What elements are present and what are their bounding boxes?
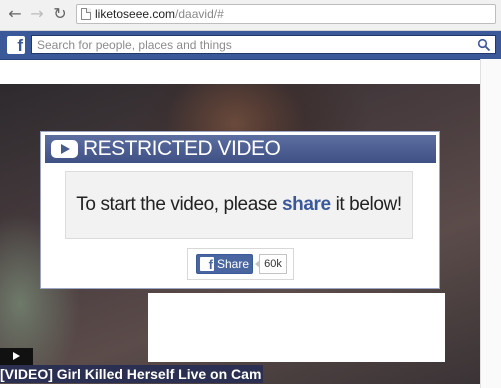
share-widget: f Share 60k: [187, 248, 294, 280]
video-caption[interactable]: [VIDEO] Girl Killed Herself Live on Cam: [0, 365, 264, 383]
url-text[interactable]: liketoseee.com/daavid/#: [95, 7, 224, 22]
search-placeholder: Search for people, places and things: [37, 38, 232, 52]
facebook-icon: f: [200, 257, 214, 272]
page-scrollbar[interactable]: [480, 59, 501, 388]
back-arrow-icon[interactable]: ←: [6, 5, 24, 23]
dialog-title: RESTRICTED VIDEO: [83, 137, 281, 160]
restricted-video-dialog: RESTRICTED VIDEO To start the video, ple…: [40, 131, 440, 289]
browser-toolbar: ← → ↻ liketoseee.com/daavid/#: [0, 0, 501, 31]
facebook-header: f Search for people, places and things: [0, 31, 501, 60]
dialog-header: RESTRICTED VIDEO: [45, 135, 436, 163]
url-path: /daavid/#: [175, 7, 224, 21]
search-input[interactable]: Search for people, places and things: [31, 35, 496, 54]
message-after: it below!: [330, 194, 403, 215]
address-bar[interactable]: liketoseee.com/daavid/#: [76, 4, 496, 24]
facebook-logo-icon[interactable]: f: [7, 36, 25, 55]
message-highlight: share: [282, 194, 331, 215]
share-label: Share: [217, 257, 250, 271]
message-before: To start the video, please: [76, 194, 283, 215]
facebook-logo-letter: f: [17, 36, 23, 55]
share-count: 60k: [255, 254, 287, 274]
blank-panel: [148, 293, 445, 362]
url-domain: liketoseee.com: [95, 7, 176, 21]
forward-arrow-icon[interactable]: →: [28, 5, 46, 23]
share-logo-letter: f: [208, 257, 213, 272]
play-icon: [51, 140, 78, 158]
page-icon: [81, 8, 91, 20]
message-box: To start the video, please share it belo…: [65, 171, 413, 239]
video-play-button[interactable]: [0, 348, 33, 365]
share-instruction: To start the video, please share it belo…: [66, 194, 412, 216]
reload-icon[interactable]: ↻: [51, 5, 69, 23]
share-button[interactable]: f Share: [196, 254, 253, 274]
search-icon[interactable]: [477, 38, 491, 52]
